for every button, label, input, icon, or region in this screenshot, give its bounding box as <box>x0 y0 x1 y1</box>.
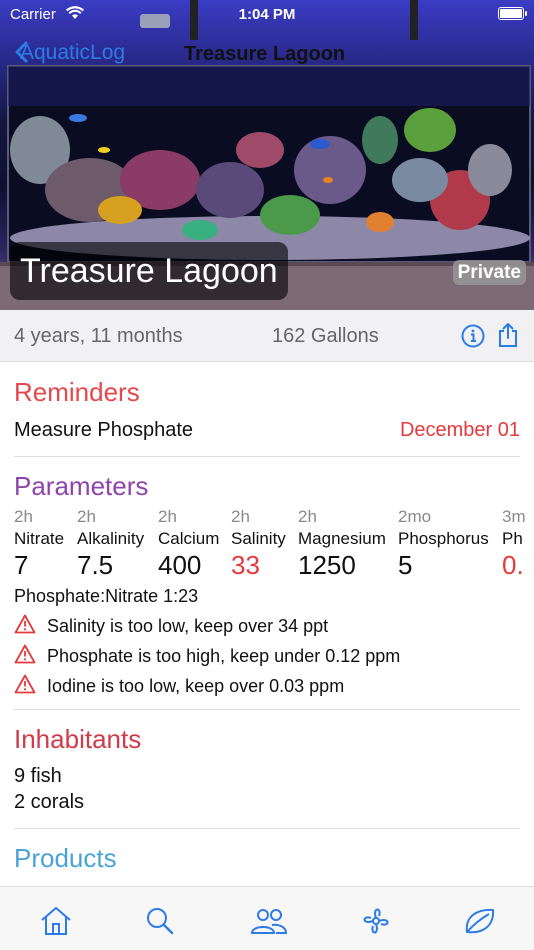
parameters-strip[interactable]: 2h Nitrate 7 2h Alkalinity 7.5 2h Calciu… <box>14 508 534 580</box>
tank-age: 4 years, 11 months <box>14 325 183 347</box>
param-time: 2h <box>298 508 317 526</box>
tank-hero-image: Carrier 1:04 PM AquaticLog Treasure Lago… <box>0 0 534 310</box>
param-value: 7.5 <box>77 550 114 580</box>
param-ph[interactable]: 3m Ph 0. <box>502 508 526 580</box>
phosphate-nitrate-ratio: Phosphate:Nitrate 1:23 <box>14 586 199 606</box>
param-name: Nitrate <box>14 529 65 548</box>
param-calcium[interactable]: 2h Calcium 400 <box>158 508 219 580</box>
param-value: 5 <box>398 550 413 580</box>
back-label: AquaticLog <box>20 41 126 64</box>
nav-title: Treasure Lagoon <box>184 43 346 65</box>
section-divider <box>14 709 520 710</box>
param-name: Alkalinity <box>77 529 145 548</box>
tank-volume: 162 Gallons <box>272 325 379 347</box>
clock: 1:04 PM <box>238 6 296 23</box>
coral-count[interactable]: 2 corals <box>14 791 84 814</box>
param-time: 2h <box>14 508 33 526</box>
warning-text: Salinity is too low, keep over 34 ppt <box>47 615 329 636</box>
tab-search[interactable] <box>142 905 178 937</box>
fan-icon <box>358 908 394 941</box>
tab-bar <box>0 886 534 950</box>
param-name: Salinity <box>231 529 286 548</box>
tank-name-overlay: Treasure Lagoon <box>10 242 288 300</box>
param-phosphorus[interactable]: 2mo Phosphorus 5 <box>398 508 489 580</box>
param-alkalinity[interactable]: 2h Alkalinity 7.5 <box>77 508 144 580</box>
reminder-label[interactable]: Measure Phosphate <box>14 419 193 442</box>
back-button[interactable]: AquaticLog <box>14 41 125 65</box>
param-name: Magnesium <box>298 529 386 548</box>
param-value: 0. <box>502 550 524 580</box>
home-icon <box>38 907 74 941</box>
warning-row: Iodine is too low, keep over 0.03 ppm <box>14 674 344 698</box>
reminders-title: Reminders <box>14 377 140 407</box>
param-salinity[interactable]: 2h Salinity 33 <box>231 508 286 580</box>
search-icon <box>142 908 178 941</box>
warning-text: Phosphate is too high, keep under 0.12 p… <box>47 645 401 666</box>
param-nitrate[interactable]: 2h Nitrate 7 <box>14 508 64 580</box>
warning-icon <box>14 614 36 639</box>
navigation-bar: AquaticLog Treasure Lagoon <box>0 38 534 72</box>
warning-text: Iodine is too low, keep over 0.03 ppm <box>47 675 345 696</box>
products-title: Products <box>14 843 117 873</box>
battery-icon <box>498 7 527 20</box>
inhabitants-title: Inhabitants <box>14 724 142 754</box>
param-time: 2mo <box>398 508 432 526</box>
param-time: 3m <box>502 508 526 526</box>
tab-community[interactable] <box>249 905 288 937</box>
param-name: Ph <box>502 529 523 548</box>
tab-home[interactable] <box>38 905 74 937</box>
fish-count[interactable]: 9 fish <box>14 765 62 788</box>
warning-icon <box>14 674 36 699</box>
share-icon[interactable] <box>497 322 519 353</box>
warning-row: Phosphate is too high, keep under 0.12 p… <box>14 644 400 668</box>
tab-tank[interactable] <box>462 905 498 937</box>
status-bar: Carrier 1:04 PM <box>0 0 534 28</box>
section-divider <box>14 456 520 457</box>
section-divider <box>14 828 520 829</box>
param-name: Phosphorus <box>398 529 489 548</box>
param-value: 400 <box>158 550 202 580</box>
param-time: 2h <box>158 508 177 526</box>
warning-icon <box>14 644 36 669</box>
parameters-title: Parameters <box>14 471 149 501</box>
info-icon[interactable] <box>461 324 485 353</box>
privacy-badge: Private <box>452 260 526 285</box>
warning-row: Salinity is too low, keep over 34 ppt <box>14 614 328 638</box>
param-value: 7 <box>14 550 29 580</box>
param-value: 1250 <box>298 550 356 580</box>
param-name: Calcium <box>158 529 220 548</box>
tab-equipment[interactable] <box>358 905 394 937</box>
param-value: 33 <box>231 550 260 580</box>
leaf-icon <box>462 908 498 941</box>
tank-info-strip: 4 years, 11 months 162 Gallons <box>0 310 534 362</box>
param-time: 2h <box>77 508 96 526</box>
reminder-date[interactable]: December 01 <box>400 419 520 442</box>
param-magnesium[interactable]: 2h Magnesium 1250 <box>298 508 386 580</box>
community-icon <box>249 909 289 941</box>
param-time: 2h <box>231 508 250 526</box>
